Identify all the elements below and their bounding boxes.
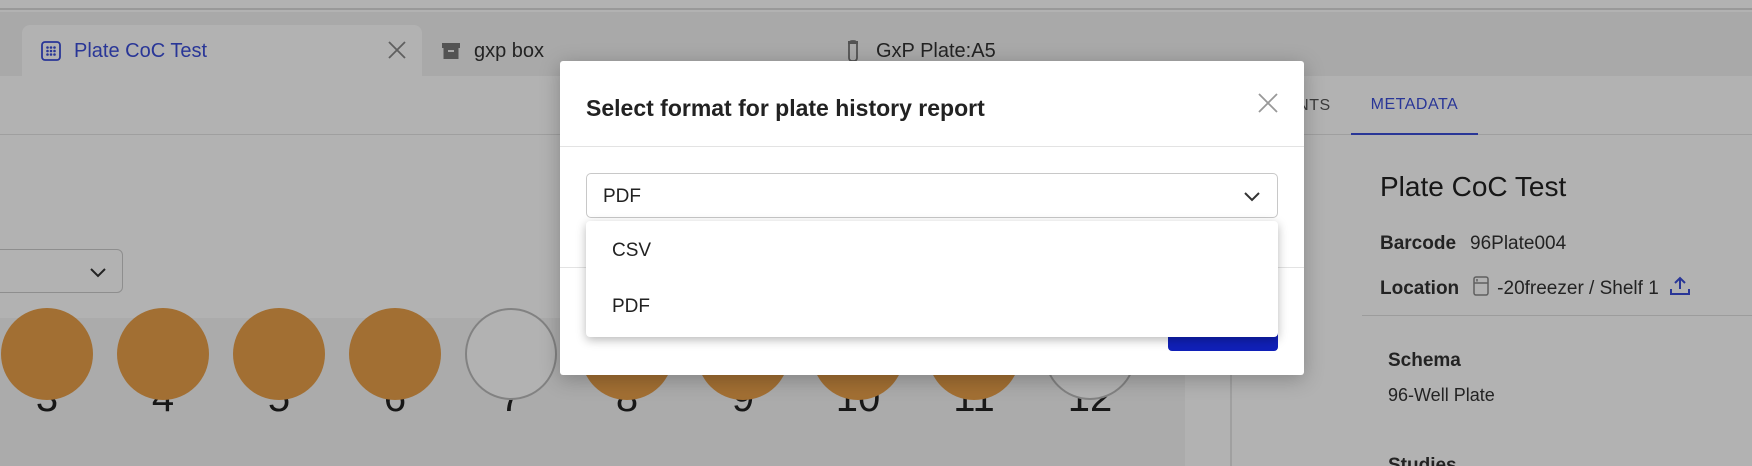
close-icon[interactable] bbox=[1256, 91, 1280, 115]
option-pdf[interactable]: PDF bbox=[586, 279, 1278, 335]
format-select[interactable]: PDF bbox=[586, 173, 1278, 218]
option-csv[interactable]: CSV bbox=[586, 223, 1278, 279]
format-select-value: PDF bbox=[603, 186, 641, 207]
format-options-menu: CSV PDF bbox=[586, 221, 1278, 337]
option-label: PDF bbox=[612, 296, 650, 317]
chevron-down-icon bbox=[1241, 185, 1263, 207]
dialog-title: Select format for plate history report bbox=[586, 95, 985, 121]
dialog-header: Select format for plate history report bbox=[560, 61, 1304, 147]
option-label: CSV bbox=[612, 240, 652, 261]
app-page: Plate CoC Test gxp box GxP Plate:A5 ENTS… bbox=[0, 0, 1752, 466]
